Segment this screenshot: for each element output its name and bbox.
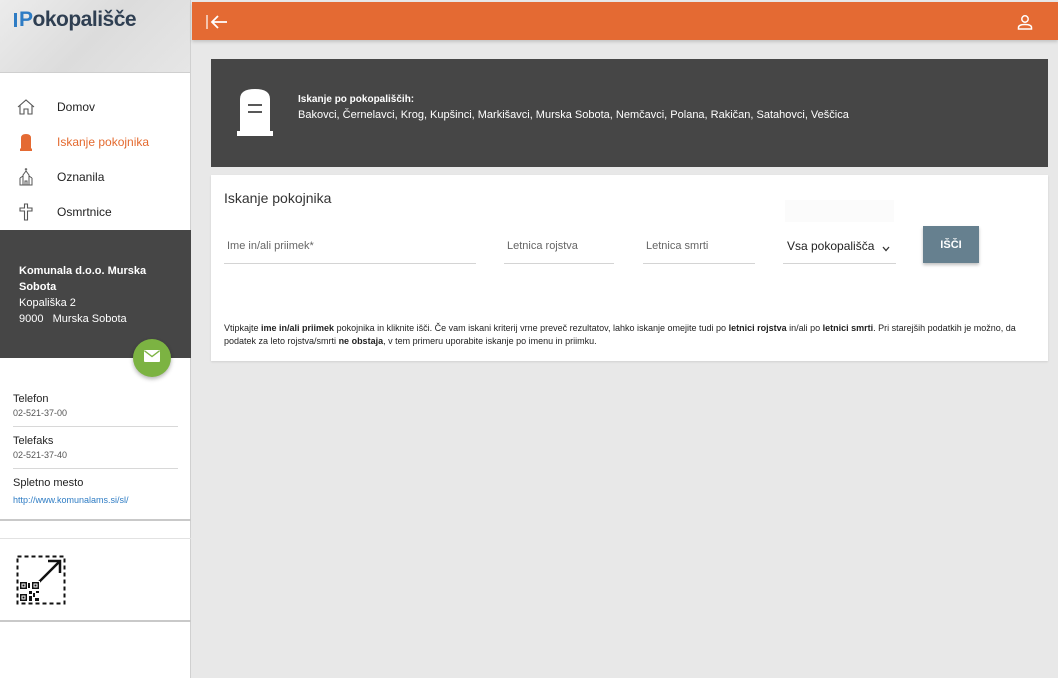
sidebar-item-osmrtnice[interactable]: Osmrtnice <box>0 194 190 229</box>
tombstone-icon <box>16 132 36 152</box>
divider <box>0 519 191 521</box>
website-link[interactable]: http://www.komunalams.si/sl/ <box>13 495 129 505</box>
banner-title: Iskanje po pokopališčih: <box>298 94 415 105</box>
search-card: Iskanje pokojnika Vsa pokopališča IŠČI V… <box>211 175 1048 361</box>
divider <box>0 620 191 622</box>
hint-bold: ne obstaja <box>338 336 384 346</box>
company-city: 9000 Murska Sobota <box>19 313 127 325</box>
contact-label: Telefon <box>13 393 49 405</box>
hint-text: , v tem primeru uporabite iskanje po ime… <box>383 336 597 346</box>
cemetery-banner: Iskanje po pokopališčih: Bakovci, Černel… <box>211 59 1048 167</box>
death-year-field-wrapper <box>643 229 755 264</box>
contact-list: Telefon 02-521-37-00 Telefaks 02-521-37-… <box>13 392 178 521</box>
company-name: Komunala d.o.o. Murska Sobota <box>19 265 147 293</box>
cross-icon <box>16 202 36 222</box>
sidebar-item-label: Osmrtnice <box>57 204 112 219</box>
company-info: Komunala d.o.o. Murska Sobota Kopališka … <box>0 230 191 358</box>
mail-icon <box>144 349 160 367</box>
birth-year-field-wrapper <box>504 229 614 264</box>
sidebar-item-label: Iskanje pokojnika <box>57 134 150 149</box>
chapel-icon <box>16 167 36 187</box>
hint-text: pokojnika in kliknite išči. Če vam iskan… <box>334 323 729 333</box>
company-street: Kopališka 2 <box>19 297 76 309</box>
cemetery-list: Bakovci, Černelavci, Krog, Kupšinci, Mar… <box>298 109 849 121</box>
logo-area: Pokopališče <box>0 0 190 73</box>
logo-text-prefix: P <box>19 8 33 31</box>
qr-code-expand-icon[interactable] <box>16 555 66 605</box>
select-label-area <box>785 200 894 222</box>
search-card-title: Iskanje pokojnika <box>224 190 332 206</box>
hint-text: in/ali po <box>786 323 823 333</box>
contact-fax: Telefaks 02-521-37-40 <box>13 434 178 469</box>
sidebar: Pokopališče Domov Iskanje pokojnika Ozna… <box>0 0 191 678</box>
contact-website: Spletno mesto http://www.komunalams.si/s… <box>13 476 178 514</box>
death-year-input[interactable] <box>643 229 755 263</box>
contact-label: Telefaks <box>13 435 54 447</box>
user-account-icon[interactable] <box>1016 13 1034 31</box>
hint-bold: letnici smrti <box>822 323 874 333</box>
hint-text: Vtipkajte <box>224 323 262 333</box>
name-input[interactable] <box>224 229 476 263</box>
app-logo[interactable]: Pokopališče <box>14 8 137 32</box>
search-button[interactable]: IŠČI <box>923 226 979 263</box>
sidebar-nav: Domov Iskanje pokojnika Oznanila Osmrtni… <box>0 73 190 229</box>
logo-bar <box>14 13 17 27</box>
cemetery-select[interactable]: Vsa pokopališča <box>783 229 896 264</box>
chevron-down-icon <box>882 241 890 255</box>
sidebar-item-label: Domov <box>57 99 96 114</box>
name-field-wrapper <box>224 229 476 264</box>
contact-label: Spletno mesto <box>13 477 84 489</box>
birth-year-input[interactable] <box>504 229 614 263</box>
hint-bold: ime in/ali priimek <box>261 323 335 333</box>
cemetery-select-value: Vsa pokopališča <box>787 239 875 253</box>
contact-phone: Telefon 02-521-37-00 <box>13 392 178 427</box>
sidebar-item-label: Oznanila <box>57 169 105 184</box>
top-app-bar <box>192 2 1058 40</box>
tombstone-icon <box>236 87 274 142</box>
hint-bold: letnici rojstva <box>728 323 787 333</box>
logo-text: okopališče <box>32 8 137 31</box>
contact-value: 02-521-37-00 <box>13 408 68 418</box>
home-icon <box>16 97 36 117</box>
email-button[interactable] <box>133 339 171 377</box>
sidebar-item-oznanila[interactable]: Oznanila <box>0 159 190 194</box>
search-hint: Vtipkajte ime in/ali priimek pokojnika i… <box>224 322 1036 348</box>
back-arrow-icon[interactable] <box>205 12 229 32</box>
sidebar-item-iskanje-pokojnika[interactable]: Iskanje pokojnika <box>0 124 190 159</box>
contact-value: 02-521-37-40 <box>13 450 68 460</box>
sidebar-item-domov[interactable]: Domov <box>0 89 190 124</box>
divider <box>0 538 191 539</box>
